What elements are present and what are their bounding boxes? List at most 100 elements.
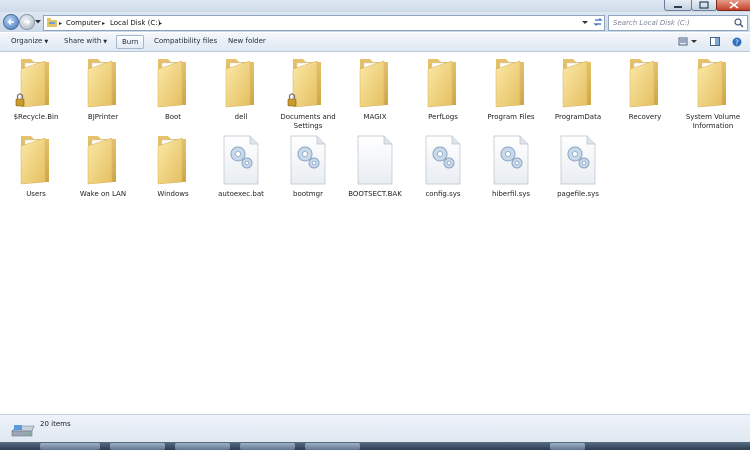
breadcrumb-computer[interactable]: Computer [66, 19, 101, 27]
recent-pages-chevron-icon[interactable] [35, 19, 41, 25]
organize-label: Organize [11, 37, 43, 45]
folder-item[interactable]: PerfLogs [412, 55, 474, 131]
folder-item[interactable]: Wake on LAN [72, 132, 134, 208]
folder-icon [152, 55, 194, 111]
item-label: ProgramData [554, 113, 602, 121]
folder-item[interactable]: ProgramData [547, 55, 609, 131]
folder-item[interactable]: Users [5, 132, 67, 208]
item-label: Program Files [487, 113, 535, 121]
blank-file-icon [354, 132, 396, 188]
local-disk-icon [11, 425, 35, 437]
search-icon[interactable] [734, 18, 744, 28]
maximize-icon [699, 1, 709, 9]
system-file-icon [422, 132, 464, 188]
system-file-icon [557, 132, 599, 188]
search-box[interactable]: Search Local Disk (C:) [608, 15, 748, 31]
taskbar-button[interactable] [240, 443, 295, 450]
folder-item[interactable]: Documents and Settings [277, 55, 339, 131]
breadcrumb-separator-icon[interactable]: ▸ [59, 20, 62, 27]
folder-item[interactable]: Windows [142, 132, 204, 208]
burn-button[interactable]: Burn [116, 35, 145, 49]
folder-icon [15, 132, 57, 188]
breadcrumb-separator-icon[interactable]: ▸ [159, 20, 162, 27]
folder-icon [692, 55, 734, 111]
help-icon[interactable]: ? [732, 37, 742, 47]
item-label: Users [26, 190, 46, 198]
system-file-icon [490, 132, 532, 188]
item-label: MAGIX [363, 113, 387, 121]
status-bar: 20 items [0, 414, 750, 443]
title-bar [0, 0, 750, 12]
item-label: autoexec.bat [218, 190, 264, 198]
folder-item[interactable]: BJPrinter [72, 55, 134, 131]
folder-icon [82, 55, 124, 111]
file-item[interactable]: bootmgr [277, 132, 339, 208]
organize-menu[interactable]: Organize ▼ [11, 37, 48, 45]
item-label: BJPrinter [87, 113, 119, 121]
taskbar-button[interactable] [305, 443, 360, 450]
close-button[interactable] [716, 0, 750, 11]
taskbar-button[interactable] [175, 443, 230, 450]
item-label: pagefile.sys [557, 190, 599, 198]
item-label: Boot [164, 113, 182, 121]
file-item[interactable]: BOOTSECT.BAK [344, 132, 406, 208]
share-with-label: Share with [64, 37, 102, 45]
item-label: hiberfil.sys [491, 190, 531, 198]
forward-arrow-icon [24, 19, 31, 25]
breadcrumb-local-disk[interactable]: Local Disk (C:) [110, 19, 160, 27]
chevron-down-icon: ▼ [44, 39, 49, 45]
breadcrumb-separator-icon[interactable]: ▸ [102, 20, 105, 27]
folder-icon [557, 55, 599, 111]
folder-icon [490, 55, 532, 111]
close-icon [729, 1, 739, 9]
file-item[interactable]: config.sys [412, 132, 474, 208]
preview-pane-icon[interactable] [710, 37, 720, 47]
folder-item[interactable]: Boot [142, 55, 204, 131]
folder-icon [15, 55, 57, 111]
compatibility-files-button[interactable]: Compatibility files [154, 37, 217, 45]
file-item[interactable]: pagefile.sys [547, 132, 609, 208]
refresh-icon[interactable] [592, 15, 604, 29]
address-bar[interactable]: ▸ Computer ▸ Local Disk (C:) ▸ [43, 15, 605, 31]
folder-icon [82, 132, 124, 188]
folder-icon [220, 55, 262, 111]
forward-button[interactable] [19, 14, 35, 30]
chevron-down-icon: ▼ [103, 39, 108, 45]
item-label: PerfLogs [428, 113, 458, 121]
item-label: Wake on LAN [79, 190, 127, 198]
navigation-bar: ▸ Computer ▸ Local Disk (C:) ▸ Search Lo… [0, 12, 750, 32]
file-item[interactable]: hiberfil.sys [480, 132, 542, 208]
taskbar-button[interactable] [40, 443, 100, 450]
minimize-button[interactable] [664, 0, 692, 11]
new-folder-button[interactable]: New folder [228, 37, 266, 45]
back-button[interactable] [3, 14, 19, 30]
item-label: Documents and Settings [280, 113, 336, 130]
maximize-button[interactable] [691, 0, 717, 11]
folder-icon [354, 55, 396, 111]
item-label: config.sys [425, 190, 461, 198]
address-dropdown-icon[interactable] [580, 15, 592, 29]
folder-item[interactable]: $Recycle.Bin [5, 55, 67, 131]
taskbar-button[interactable] [110, 443, 165, 450]
item-count: 20 items [40, 420, 71, 428]
item-label: Windows [157, 190, 189, 198]
folder-icon [152, 132, 194, 188]
change-view-icon[interactable] [678, 37, 700, 47]
folder-icon [624, 55, 666, 111]
folder-item[interactable]: Program Files [480, 55, 542, 131]
folder-item[interactable]: MAGIX [344, 55, 406, 131]
taskbar-button[interactable] [550, 443, 585, 450]
item-label: BOOTSECT.BAK [348, 190, 402, 198]
minimize-icon [674, 6, 682, 8]
file-item[interactable]: autoexec.bat [210, 132, 272, 208]
taskbar [0, 442, 750, 450]
folder-item[interactable]: System Volume Information [682, 55, 744, 131]
share-with-menu[interactable]: Share with ▼ [64, 37, 107, 45]
folder-item[interactable]: Recovery [614, 55, 676, 131]
folder-item[interactable]: dell [210, 55, 272, 131]
svg-text:?: ? [735, 39, 739, 47]
item-label: $Recycle.Bin [13, 113, 59, 121]
drive-folder-icon [47, 18, 57, 27]
item-label: Recovery [628, 113, 662, 121]
search-placeholder: Search Local Disk (C:) [613, 19, 690, 27]
